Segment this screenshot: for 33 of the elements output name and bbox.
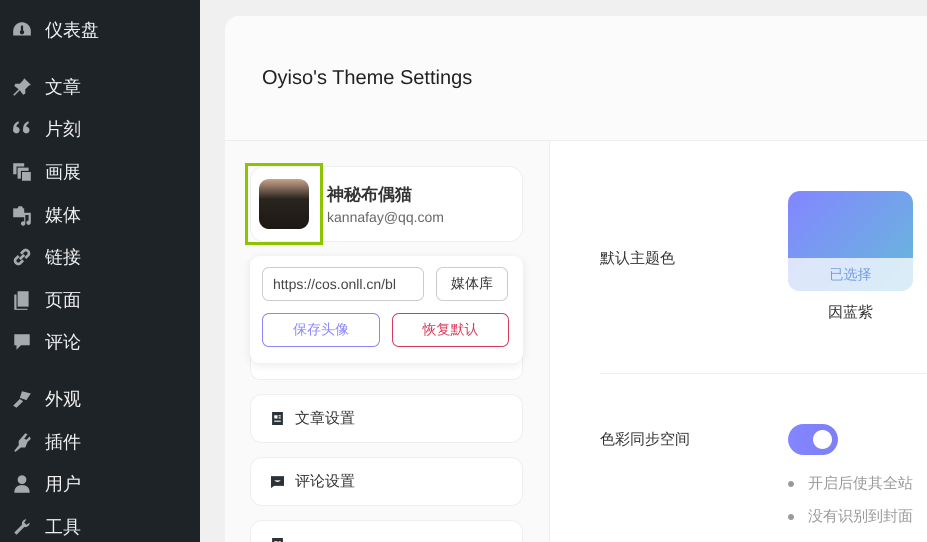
- profile-email: kannafay@qq.com: [327, 209, 444, 225]
- swatch-name: 因蓝紫: [828, 303, 873, 322]
- avatar-photo-placeholder[interactable]: [259, 179, 309, 229]
- images-icon: [11, 161, 33, 184]
- profile-name: 神秘布偶猫: [327, 184, 413, 206]
- sidebar-item[interactable]: 插件: [0, 420, 200, 463]
- pin-icon: [11, 76, 33, 98]
- reset-default-button[interactable]: 恢复默认: [392, 313, 509, 347]
- sidebar-item[interactable]: 链接: [0, 236, 200, 279]
- sidebar-item[interactable]: 画展: [0, 150, 200, 194]
- settings-menu-item[interactable]: 文章设置: [250, 394, 523, 443]
- sidebar-item[interactable]: 工具: [0, 506, 200, 542]
- note-text: 没有识别到封面: [808, 507, 913, 526]
- avatar-url-field[interactable]: https://cos.onll.cn/bl: [262, 267, 424, 301]
- page-title: Oyiso's Theme Settings: [262, 66, 472, 90]
- settings-menu-item[interactable]: 评论设置: [250, 457, 523, 506]
- toggle-switch[interactable]: [788, 424, 838, 455]
- sidebar-item[interactable]: 页面: [0, 278, 200, 322]
- speech-bubble-icon: [271, 475, 284, 488]
- sidebar-item[interactable]: 评论: [0, 321, 200, 364]
- setting-label: 色彩同步空间: [600, 430, 691, 450]
- media-icon: [11, 204, 33, 226]
- sidebar-item[interactable]: 用户: [0, 462, 200, 506]
- note-text: 开启后使其全站: [808, 474, 913, 493]
- sidebar-item[interactable]: 文章: [0, 66, 200, 108]
- sidebar-item[interactable]: 片刻: [0, 108, 200, 151]
- sidebar-item[interactable]: 外观: [0, 378, 200, 420]
- setting-label: 默认主题色: [600, 249, 676, 269]
- sidebar-item[interactable]: 媒体: [0, 193, 200, 236]
- link-icon: [11, 246, 33, 268]
- media-library-button[interactable]: 媒体库: [436, 267, 508, 301]
- document-icon: [271, 412, 284, 425]
- sidebar-item[interactable]: 仪表盘: [0, 9, 200, 52]
